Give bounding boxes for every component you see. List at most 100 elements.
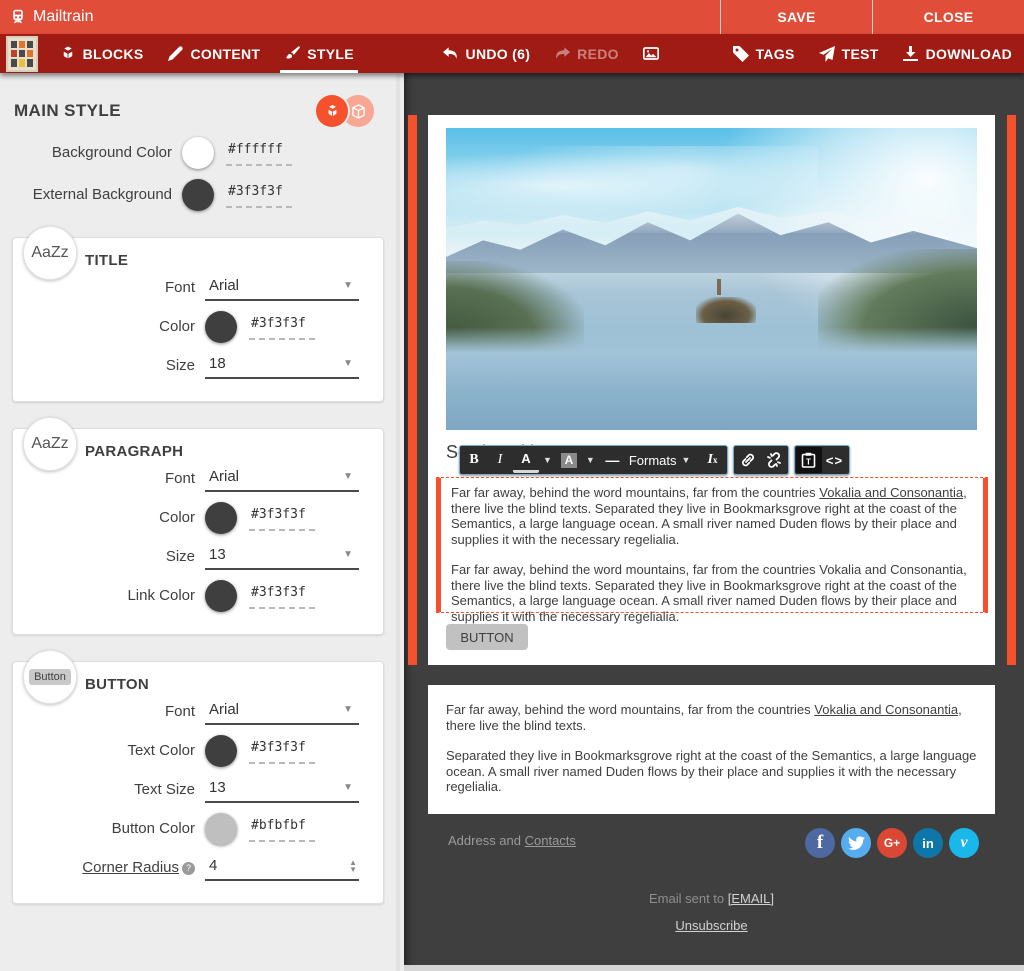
bold-button[interactable]: B <box>461 447 487 473</box>
chevron-down-icon: ▼ <box>343 471 353 482</box>
email-sent-line: Email sent to [EMAIL] <box>428 891 995 906</box>
text-color-button[interactable]: A <box>513 447 539 473</box>
image-icon <box>643 46 659 62</box>
paragraph[interactable]: Separated they live in Bookmarksgrove ri… <box>446 748 977 795</box>
button-color-swatch[interactable] <box>205 813 237 845</box>
button-text-size-row: Text Size 13▼ <box>37 777 359 803</box>
clear-formatting-button[interactable]: Ix <box>700 447 726 473</box>
paper-plane-icon <box>819 46 835 62</box>
pencil-icon <box>167 46 183 62</box>
paragraph-font-select[interactable]: Arial▼ <box>205 466 359 492</box>
horizontal-scrollbar[interactable] <box>404 965 1024 971</box>
background-color-dropdown[interactable]: ▼ <box>582 447 599 473</box>
email-token-link[interactable]: [EMAIL] <box>728 891 774 906</box>
editor-nav-bar: BLOCKS CONTENT STYLE UNDO (6) REDO T <box>0 34 1024 73</box>
paragraph-size-select[interactable]: 13▼ <box>205 544 359 570</box>
title-size-select[interactable]: 18▼ <box>205 353 359 379</box>
google-plus-icon[interactable]: G+ <box>877 828 907 858</box>
title-card-heading: TITLE <box>85 252 373 269</box>
source-code-button[interactable]: <> <box>822 447 848 473</box>
email-preview-canvas: Section Title B I A ▼ A ▼ — Formats▼ Ix <box>404 73 1024 971</box>
number-stepper[interactable]: ▲▼ <box>349 859 357 873</box>
title-size-row: Size 18▼ <box>37 353 359 379</box>
linkedin-icon[interactable]: in <box>913 828 943 858</box>
text-link[interactable]: Vokalia and Consonantia <box>819 485 963 500</box>
paragraph-card-heading: PARAGRAPH <box>85 443 373 460</box>
title-color-row: Color #3f3f3f <box>37 311 359 343</box>
title-font-row: Font Arial▼ <box>37 275 359 301</box>
title-preview-badge: AaZz <box>23 226 77 280</box>
selected-text-block[interactable]: Far far away, behind the word mountains,… <box>436 477 988 613</box>
paragraph-style-card: AaZz PARAGRAPH Font Arial▼ Color #3f3f3f… <box>12 428 384 635</box>
title-color-swatch[interactable] <box>205 311 237 343</box>
brush-icon <box>284 46 300 62</box>
save-button[interactable]: SAVE <box>720 0 872 34</box>
title-color-value[interactable]: #3f3f3f <box>249 316 315 340</box>
background-color-value[interactable]: #ffffff <box>226 142 292 166</box>
button-preview-badge: Button <box>23 650 77 704</box>
help-icon[interactable]: ? <box>182 862 195 875</box>
tab-style[interactable]: STYLE <box>272 34 366 73</box>
paragraph-link-color-value[interactable]: #3f3f3f <box>249 585 315 609</box>
svg-text:T: T <box>806 458 811 467</box>
horizontal-rule-button[interactable]: — <box>599 447 625 473</box>
social-icons: f G+ in v <box>805 828 979 858</box>
tags-button[interactable]: TAGS <box>721 34 807 73</box>
hero-image[interactable] <box>446 128 977 430</box>
tab-content[interactable]: CONTENT <box>155 34 272 73</box>
button-text-size-select[interactable]: 13▼ <box>205 777 359 803</box>
email-block-article[interactable]: Section Title B I A ▼ A ▼ — Formats▼ Ix <box>428 115 995 665</box>
link-button[interactable] <box>735 447 761 473</box>
richtext-toolbar: B I A ▼ A ▼ — Formats▼ Ix T <box>459 445 850 475</box>
redo-icon <box>554 46 570 62</box>
blocks-mode-icon[interactable] <box>316 95 348 127</box>
background-color-row: Background Color #ffffff <box>14 137 382 169</box>
external-background-row: External Background #3f3f3f <box>14 179 382 211</box>
redo-button[interactable]: REDO <box>542 34 631 73</box>
external-background-value[interactable]: #3f3f3f <box>226 184 292 208</box>
style-panel: MAIN STYLE Background Color #ffffff Exte… <box>0 73 400 971</box>
panel-title: MAIN STYLE <box>14 95 121 121</box>
paragraph[interactable]: Far far away, behind the word mountains,… <box>451 562 973 624</box>
corner-radius-input[interactable]: 4 ▲▼ <box>205 855 359 881</box>
button-color-value[interactable]: #bfbfbf <box>249 818 315 842</box>
button-text-color-swatch[interactable] <box>205 735 237 767</box>
title-font-select[interactable]: Arial▼ <box>205 275 359 301</box>
paragraph-color-value[interactable]: #3f3f3f <box>249 507 315 531</box>
unlink-button[interactable] <box>761 447 787 473</box>
twitter-icon[interactable] <box>841 828 871 858</box>
paragraph-color-row: Color #3f3f3f <box>37 502 359 534</box>
text-link[interactable]: Vokalia and Consonantia <box>814 702 958 717</box>
paragraph-preview-badge: AaZz <box>23 417 77 471</box>
paragraph[interactable]: Far far away, behind the word mountains,… <box>451 485 973 547</box>
paragraph-link-color-swatch[interactable] <box>205 580 237 612</box>
address-line: Address and Contacts <box>448 833 576 848</box>
button-font-select[interactable]: Arial▼ <box>205 699 359 725</box>
button-style-card: Button BUTTON Font Arial▼ Text Color #3f… <box>12 661 384 904</box>
external-background-swatch[interactable] <box>182 179 214 211</box>
email-cta-button[interactable]: BUTTON <box>446 624 528 650</box>
background-color-swatch[interactable] <box>182 137 214 169</box>
italic-button[interactable]: I <box>487 447 513 473</box>
chevron-down-icon: ▼ <box>343 358 353 369</box>
paragraph-color-swatch[interactable] <box>205 502 237 534</box>
vimeo-icon[interactable]: v <box>949 828 979 858</box>
paragraph[interactable]: Far far away, behind the word mountains,… <box>446 702 977 733</box>
tab-blocks[interactable]: BLOCKS <box>48 34 156 73</box>
paste-as-text-button[interactable]: T <box>796 447 822 473</box>
undo-button[interactable]: UNDO (6) <box>431 34 543 73</box>
contacts-link[interactable]: Contacts <box>525 833 576 848</box>
style-mode-toggle[interactable] <box>316 95 374 127</box>
button-text-color-value[interactable]: #3f3f3f <box>249 740 315 764</box>
download-button[interactable]: DOWNLOAD <box>891 34 1024 73</box>
paragraph-size-row: Size 13▼ <box>37 544 359 570</box>
email-block-text[interactable]: Far far away, behind the word mountains,… <box>428 685 995 814</box>
close-button[interactable]: CLOSE <box>872 0 1024 34</box>
test-button[interactable]: TEST <box>807 34 891 73</box>
gallery-button[interactable] <box>631 34 671 73</box>
facebook-icon[interactable]: f <box>805 828 835 858</box>
unsubscribe-link[interactable]: Unsubscribe <box>675 918 747 933</box>
text-color-dropdown[interactable]: ▼ <box>539 447 556 473</box>
background-color-button[interactable]: A <box>556 447 582 473</box>
formats-dropdown[interactable]: Formats▼ <box>625 447 700 473</box>
